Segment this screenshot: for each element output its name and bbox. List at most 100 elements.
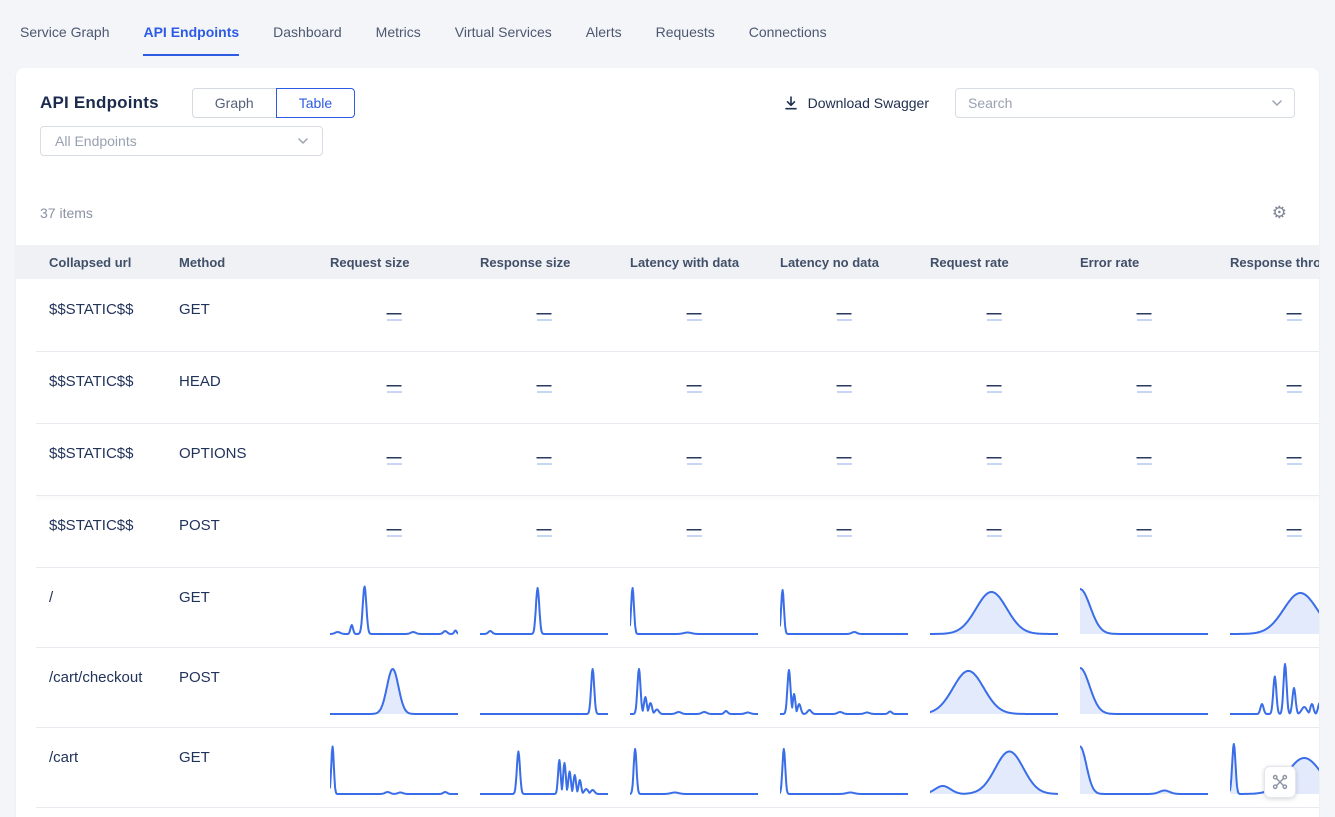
metric-sparkline-cell bbox=[780, 567, 908, 647]
no-data-dash: — bbox=[837, 454, 852, 465]
nav-item-api-endpoints[interactable]: API Endpoints bbox=[143, 6, 239, 56]
empty-metric-cell: — bbox=[1080, 423, 1208, 495]
metric-sparkline-cell bbox=[1080, 567, 1208, 647]
page-title: API Endpoints bbox=[40, 93, 159, 113]
table-row[interactable]: $$STATIC$$OPTIONS——————— bbox=[16, 423, 1319, 495]
nav-item-dashboard[interactable]: Dashboard bbox=[273, 6, 342, 56]
graph-table-toggle: GraphTable bbox=[192, 88, 355, 118]
column-header[interactable]: Response size bbox=[480, 255, 630, 270]
download-icon bbox=[783, 95, 799, 111]
no-data-dash: — bbox=[987, 382, 1002, 393]
no-data-dash: — bbox=[537, 310, 552, 321]
empty-metric-cell: — bbox=[630, 351, 758, 423]
no-data-dash: — bbox=[1287, 526, 1302, 537]
endpoint-url: /cart bbox=[49, 727, 179, 807]
column-header[interactable]: Method bbox=[179, 255, 330, 270]
no-data-dash: — bbox=[387, 382, 402, 393]
empty-metric-cell: — bbox=[780, 495, 908, 567]
table-row[interactable]: /GET bbox=[16, 567, 1319, 647]
table-row[interactable]: /cart/checkoutPOST bbox=[16, 647, 1319, 727]
empty-metric-cell: — bbox=[1230, 495, 1319, 567]
empty-metric-cell: — bbox=[930, 423, 1058, 495]
column-header[interactable]: Latency no data bbox=[780, 255, 930, 270]
metric-sparkline-cell bbox=[330, 567, 458, 647]
metric-sparkline-cell bbox=[780, 727, 908, 807]
endpoint-url: $$STATIC$$ bbox=[49, 279, 179, 351]
nav-item-metrics[interactable]: Metrics bbox=[376, 6, 421, 56]
endpoint-url: $$STATIC$$ bbox=[49, 423, 179, 495]
no-data-dash: — bbox=[387, 526, 402, 537]
nav-item-service-graph[interactable]: Service Graph bbox=[20, 6, 109, 56]
no-data-dash: — bbox=[687, 310, 702, 321]
column-header[interactable]: Request rate bbox=[930, 255, 1080, 270]
no-data-dash: — bbox=[387, 310, 402, 321]
metric-sparkline-cell bbox=[930, 647, 1058, 727]
metric-sparkline-cell bbox=[1230, 567, 1319, 647]
empty-metric-cell: — bbox=[1230, 423, 1319, 495]
nav-item-virtual-services[interactable]: Virtual Services bbox=[455, 6, 552, 56]
metric-sparkline-cell bbox=[480, 647, 608, 727]
empty-metric-cell: — bbox=[1230, 351, 1319, 423]
table-row[interactable]: $$STATIC$$HEAD——————— bbox=[16, 351, 1319, 423]
nav-item-requests[interactable]: Requests bbox=[656, 6, 715, 56]
download-swagger-label: Download Swagger bbox=[808, 95, 929, 111]
endpoint-url: /cart/checkout bbox=[49, 647, 179, 727]
column-header[interactable]: Request size bbox=[330, 255, 480, 270]
nav-item-connections[interactable]: Connections bbox=[749, 6, 827, 56]
metric-sparkline-cell bbox=[780, 647, 908, 727]
sparkline-chart bbox=[480, 577, 608, 637]
empty-metric-cell: — bbox=[1080, 279, 1208, 351]
sparkline-chart bbox=[930, 737, 1058, 797]
metric-sparkline-cell bbox=[630, 727, 758, 807]
toggle-graph-button[interactable]: Graph bbox=[192, 88, 277, 118]
empty-metric-cell: — bbox=[480, 351, 608, 423]
sparkline-chart bbox=[780, 657, 908, 717]
table-row[interactable]: $$STATIC$$POST——————— bbox=[16, 495, 1319, 567]
table-row[interactable]: /cartGET bbox=[16, 727, 1319, 807]
no-data-dash: — bbox=[537, 454, 552, 465]
no-data-dash: — bbox=[1137, 310, 1152, 321]
empty-metric-cell: — bbox=[930, 495, 1058, 567]
column-header[interactable]: Collapsed url bbox=[49, 255, 179, 270]
empty-metric-cell: — bbox=[480, 423, 608, 495]
endpoint-method: GET bbox=[179, 279, 330, 351]
sparkline-chart bbox=[1080, 737, 1208, 797]
no-data-dash: — bbox=[387, 454, 402, 465]
sparkline-chart bbox=[930, 657, 1058, 717]
empty-metric-cell: — bbox=[930, 351, 1058, 423]
sparkline-chart bbox=[480, 737, 608, 797]
no-data-dash: — bbox=[837, 526, 852, 537]
column-header[interactable]: Error rate bbox=[1080, 255, 1230, 270]
download-swagger-button[interactable]: Download Swagger bbox=[783, 95, 929, 111]
top-navigation: Service Graph API Endpoints Dashboard Metri… bbox=[0, 0, 1335, 56]
nav-item-alerts[interactable]: Alerts bbox=[586, 6, 622, 56]
chevron-down-icon bbox=[1272, 100, 1282, 106]
empty-metric-cell: — bbox=[780, 279, 908, 351]
search-combobox[interactable] bbox=[955, 88, 1295, 118]
search-input[interactable] bbox=[968, 95, 1264, 111]
no-data-dash: — bbox=[1287, 454, 1302, 465]
column-header[interactable]: Latency with data bbox=[630, 255, 780, 270]
metric-sparkline-cell bbox=[480, 727, 608, 807]
sparkline-chart bbox=[630, 657, 758, 717]
drag-handle-button[interactable] bbox=[1264, 766, 1296, 798]
sparkline-chart bbox=[630, 737, 758, 797]
toggle-table-button[interactable]: Table bbox=[276, 88, 355, 118]
column-header[interactable]: Response throughput bbox=[1230, 255, 1319, 270]
metric-sparkline-cell bbox=[330, 647, 458, 727]
no-data-dash: — bbox=[1287, 310, 1302, 321]
metric-sparkline-cell bbox=[480, 567, 608, 647]
metric-sparkline-cell bbox=[630, 567, 758, 647]
table-row[interactable]: $$STATIC$$GET——————— bbox=[16, 279, 1319, 351]
no-data-dash: — bbox=[987, 526, 1002, 537]
empty-metric-cell: — bbox=[330, 351, 458, 423]
endpoint-url: $$STATIC$$ bbox=[49, 351, 179, 423]
empty-metric-cell: — bbox=[1080, 495, 1208, 567]
endpoint-filter-select[interactable]: All Endpoints bbox=[40, 126, 323, 156]
endpoint-filter-placeholder: All Endpoints bbox=[55, 133, 298, 149]
sparkline-chart bbox=[1080, 577, 1208, 637]
sparkline-chart bbox=[330, 737, 458, 797]
metric-sparkline-cell bbox=[930, 567, 1058, 647]
gear-icon[interactable]: ⚙ bbox=[1272, 204, 1287, 221]
endpoints-table: Collapsed urlMethodRequest sizeResponse … bbox=[16, 245, 1319, 817]
